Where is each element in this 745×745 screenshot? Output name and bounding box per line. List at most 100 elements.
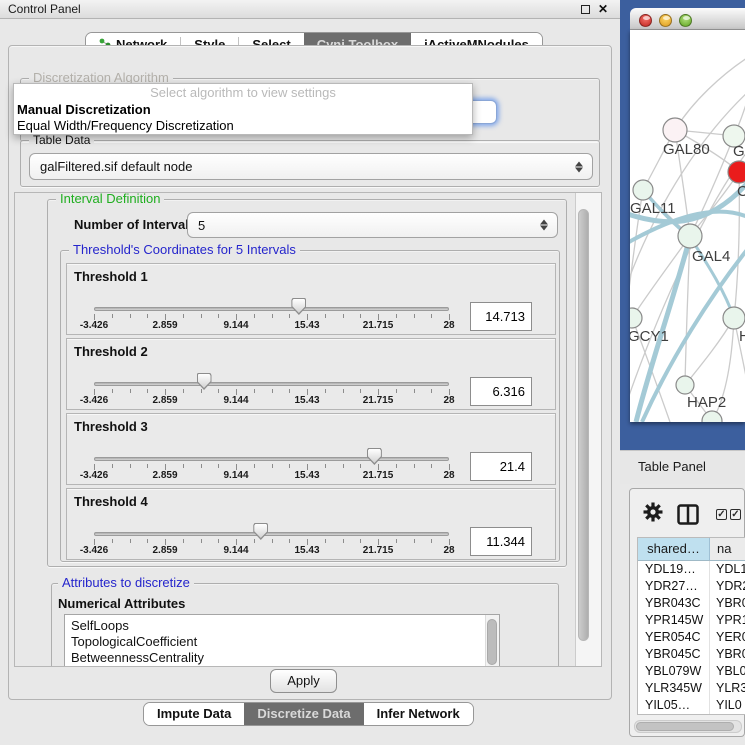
number-of-intervals-spinner[interactable]: 5 — [187, 212, 558, 238]
attribute-item[interactable]: BetweennessCentrality — [65, 650, 499, 666]
close-traffic-light-icon[interactable] — [639, 14, 652, 27]
slider-track[interactable] — [94, 307, 449, 311]
network-node-label: H — [739, 328, 745, 345]
minimize-traffic-light-icon[interactable] — [659, 14, 672, 27]
cell-shared-name[interactable]: YDL19… — [638, 561, 710, 578]
slider-tick — [360, 464, 361, 468]
columns-icon[interactable] — [677, 504, 699, 525]
gear-icon[interactable] — [643, 502, 663, 522]
slider-tick-label: 2.859 — [152, 320, 177, 331]
cell-shared-name[interactable]: YDR27… — [638, 578, 710, 595]
spinner-arrows-icon[interactable] — [540, 220, 548, 231]
table-horizontal-scrollbar-thumb[interactable] — [636, 722, 734, 731]
slider-track[interactable] — [94, 382, 449, 386]
threshold-value-field[interactable]: 6.316 — [470, 377, 532, 406]
table-data-combobox[interactable]: galFiltered.sif default node — [29, 153, 593, 180]
slider-track[interactable] — [94, 532, 449, 536]
attribute-item[interactable]: SelfLoops — [65, 615, 499, 634]
network-node-gcy1[interactable] — [630, 308, 642, 328]
slider-tick — [147, 539, 148, 543]
cell-shared-name[interactable]: YPR145W — [638, 612, 710, 629]
popup-option-manual-discretization[interactable]: Manual Discretization — [14, 102, 472, 118]
popup-option-equal-width-frequency[interactable]: Equal Width/Frequency Discretization — [14, 118, 472, 134]
slider-track[interactable] — [94, 457, 449, 461]
slider-tick — [289, 539, 290, 543]
slider-tick-label: 15.43 — [294, 470, 319, 481]
tab-impute-data[interactable]: Impute Data — [144, 703, 244, 725]
attribute-item[interactable]: TopologicalCoefficient — [65, 634, 499, 650]
slider-tick — [130, 539, 131, 543]
network-node-hap2[interactable] — [676, 376, 694, 394]
slider-tick-label: 2.859 — [152, 545, 177, 556]
cell-shared-name[interactable]: YBR043C — [638, 595, 710, 612]
network-window-titlebar[interactable] — [630, 8, 745, 30]
network-node-h[interactable] — [723, 307, 745, 329]
network-node-gal80[interactable] — [663, 118, 687, 142]
attributes-list-scrollbar[interactable] — [485, 615, 499, 667]
cell-name[interactable]: YDL1 — [710, 561, 745, 578]
column-header-name[interactable]: na — [710, 538, 745, 560]
slider-tick — [147, 314, 148, 318]
threshold-value-field[interactable]: 21.4 — [470, 452, 532, 481]
threshold-value-field[interactable]: 11.344 — [470, 527, 532, 556]
cell-shared-name[interactable]: YER054C — [638, 629, 710, 646]
slider-tick — [431, 539, 432, 543]
settings-scrollbar-thumb[interactable] — [578, 209, 589, 641]
algorithm-placeholder: Select algorithm to view settings — [14, 84, 472, 102]
network-node-c[interactable] — [728, 161, 745, 183]
column-header-shared-name[interactable]: shared… — [638, 538, 710, 560]
cell-name[interactable]: YBL0 — [710, 663, 745, 680]
cell-shared-name[interactable]: YIL05… — [638, 697, 710, 714]
float-window-icon[interactable] — [581, 5, 590, 14]
table-row[interactable]: YDL19…YDL1 — [638, 561, 745, 578]
combo-arrows-icon[interactable] — [575, 161, 583, 172]
tab-infer-network[interactable]: Infer Network — [364, 703, 473, 725]
tab-label: Infer Network — [377, 703, 460, 725]
table-row[interactable]: YIL05…YIL0 — [638, 697, 745, 714]
checkbox-icon-1[interactable]: ✓ — [716, 509, 727, 520]
cell-shared-name[interactable]: YBR045C — [638, 646, 710, 663]
network-view[interactable]: GAL80GACGAL11GAL4GCY1HHAP2 — [630, 30, 745, 422]
slider-thumb[interactable] — [291, 298, 306, 315]
close-window-icon[interactable]: ✕ — [598, 4, 608, 14]
cell-name[interactable]: YER0 — [710, 629, 745, 646]
cell-name[interactable]: YBR0 — [710, 646, 745, 663]
network-node-gal4[interactable] — [678, 224, 702, 248]
zoom-traffic-light-icon[interactable] — [679, 14, 692, 27]
network-node-gal11[interactable] — [633, 180, 653, 200]
table-row[interactable]: YBR045CYBR0 — [638, 646, 745, 663]
cell-shared-name[interactable]: YLR345W — [638, 680, 710, 697]
checkbox-icon-2[interactable]: ✓ — [730, 509, 741, 520]
network-node[interactable] — [702, 411, 722, 422]
network-node-label: GAL4 — [692, 248, 730, 265]
table-row[interactable]: YDR27…YDR2 — [638, 578, 745, 595]
table-horizontal-scrollbar[interactable] — [634, 720, 742, 733]
slider-tick — [201, 464, 202, 468]
cell-shared-name[interactable]: YBL079W — [638, 663, 710, 680]
table-data-title: Table Data — [29, 133, 94, 147]
table-row[interactable]: YPR145WYPR1 — [638, 612, 745, 629]
cell-name[interactable]: YIL0 — [710, 697, 745, 714]
tab-discretize-data[interactable]: Discretize Data — [244, 703, 363, 725]
slider-thumb[interactable] — [197, 373, 212, 390]
slider-tick-label: 9.144 — [223, 545, 248, 556]
slider-tick-label: 9.144 — [223, 395, 248, 406]
attributes-list-scrollbar-thumb[interactable] — [487, 619, 497, 665]
slider-tick-label: 21.715 — [363, 545, 394, 556]
settings-scrollbar[interactable] — [575, 193, 601, 666]
apply-button[interactable]: Apply — [270, 669, 337, 693]
table-row[interactable]: YBL079WYBL0 — [638, 663, 745, 680]
cell-name[interactable]: YPR1 — [710, 612, 745, 629]
slider-thumb[interactable] — [253, 523, 268, 540]
threshold-value-field[interactable]: 14.713 — [470, 302, 532, 331]
slider-thumb[interactable] — [367, 448, 382, 465]
cell-name[interactable]: YLR3 — [710, 680, 745, 697]
table-row[interactable]: YBR043CYBR0 — [638, 595, 745, 612]
table-row[interactable]: YLR345WYLR3 — [638, 680, 745, 697]
cell-name[interactable]: YDR2 — [710, 578, 745, 595]
slider-tick — [414, 539, 415, 543]
table-panel-header: Table Panel — [620, 450, 745, 484]
slider-tick-label: -3.426 — [80, 395, 108, 406]
cell-name[interactable]: YBR0 — [710, 595, 745, 612]
table-row[interactable]: YER054CYER0 — [638, 629, 745, 646]
